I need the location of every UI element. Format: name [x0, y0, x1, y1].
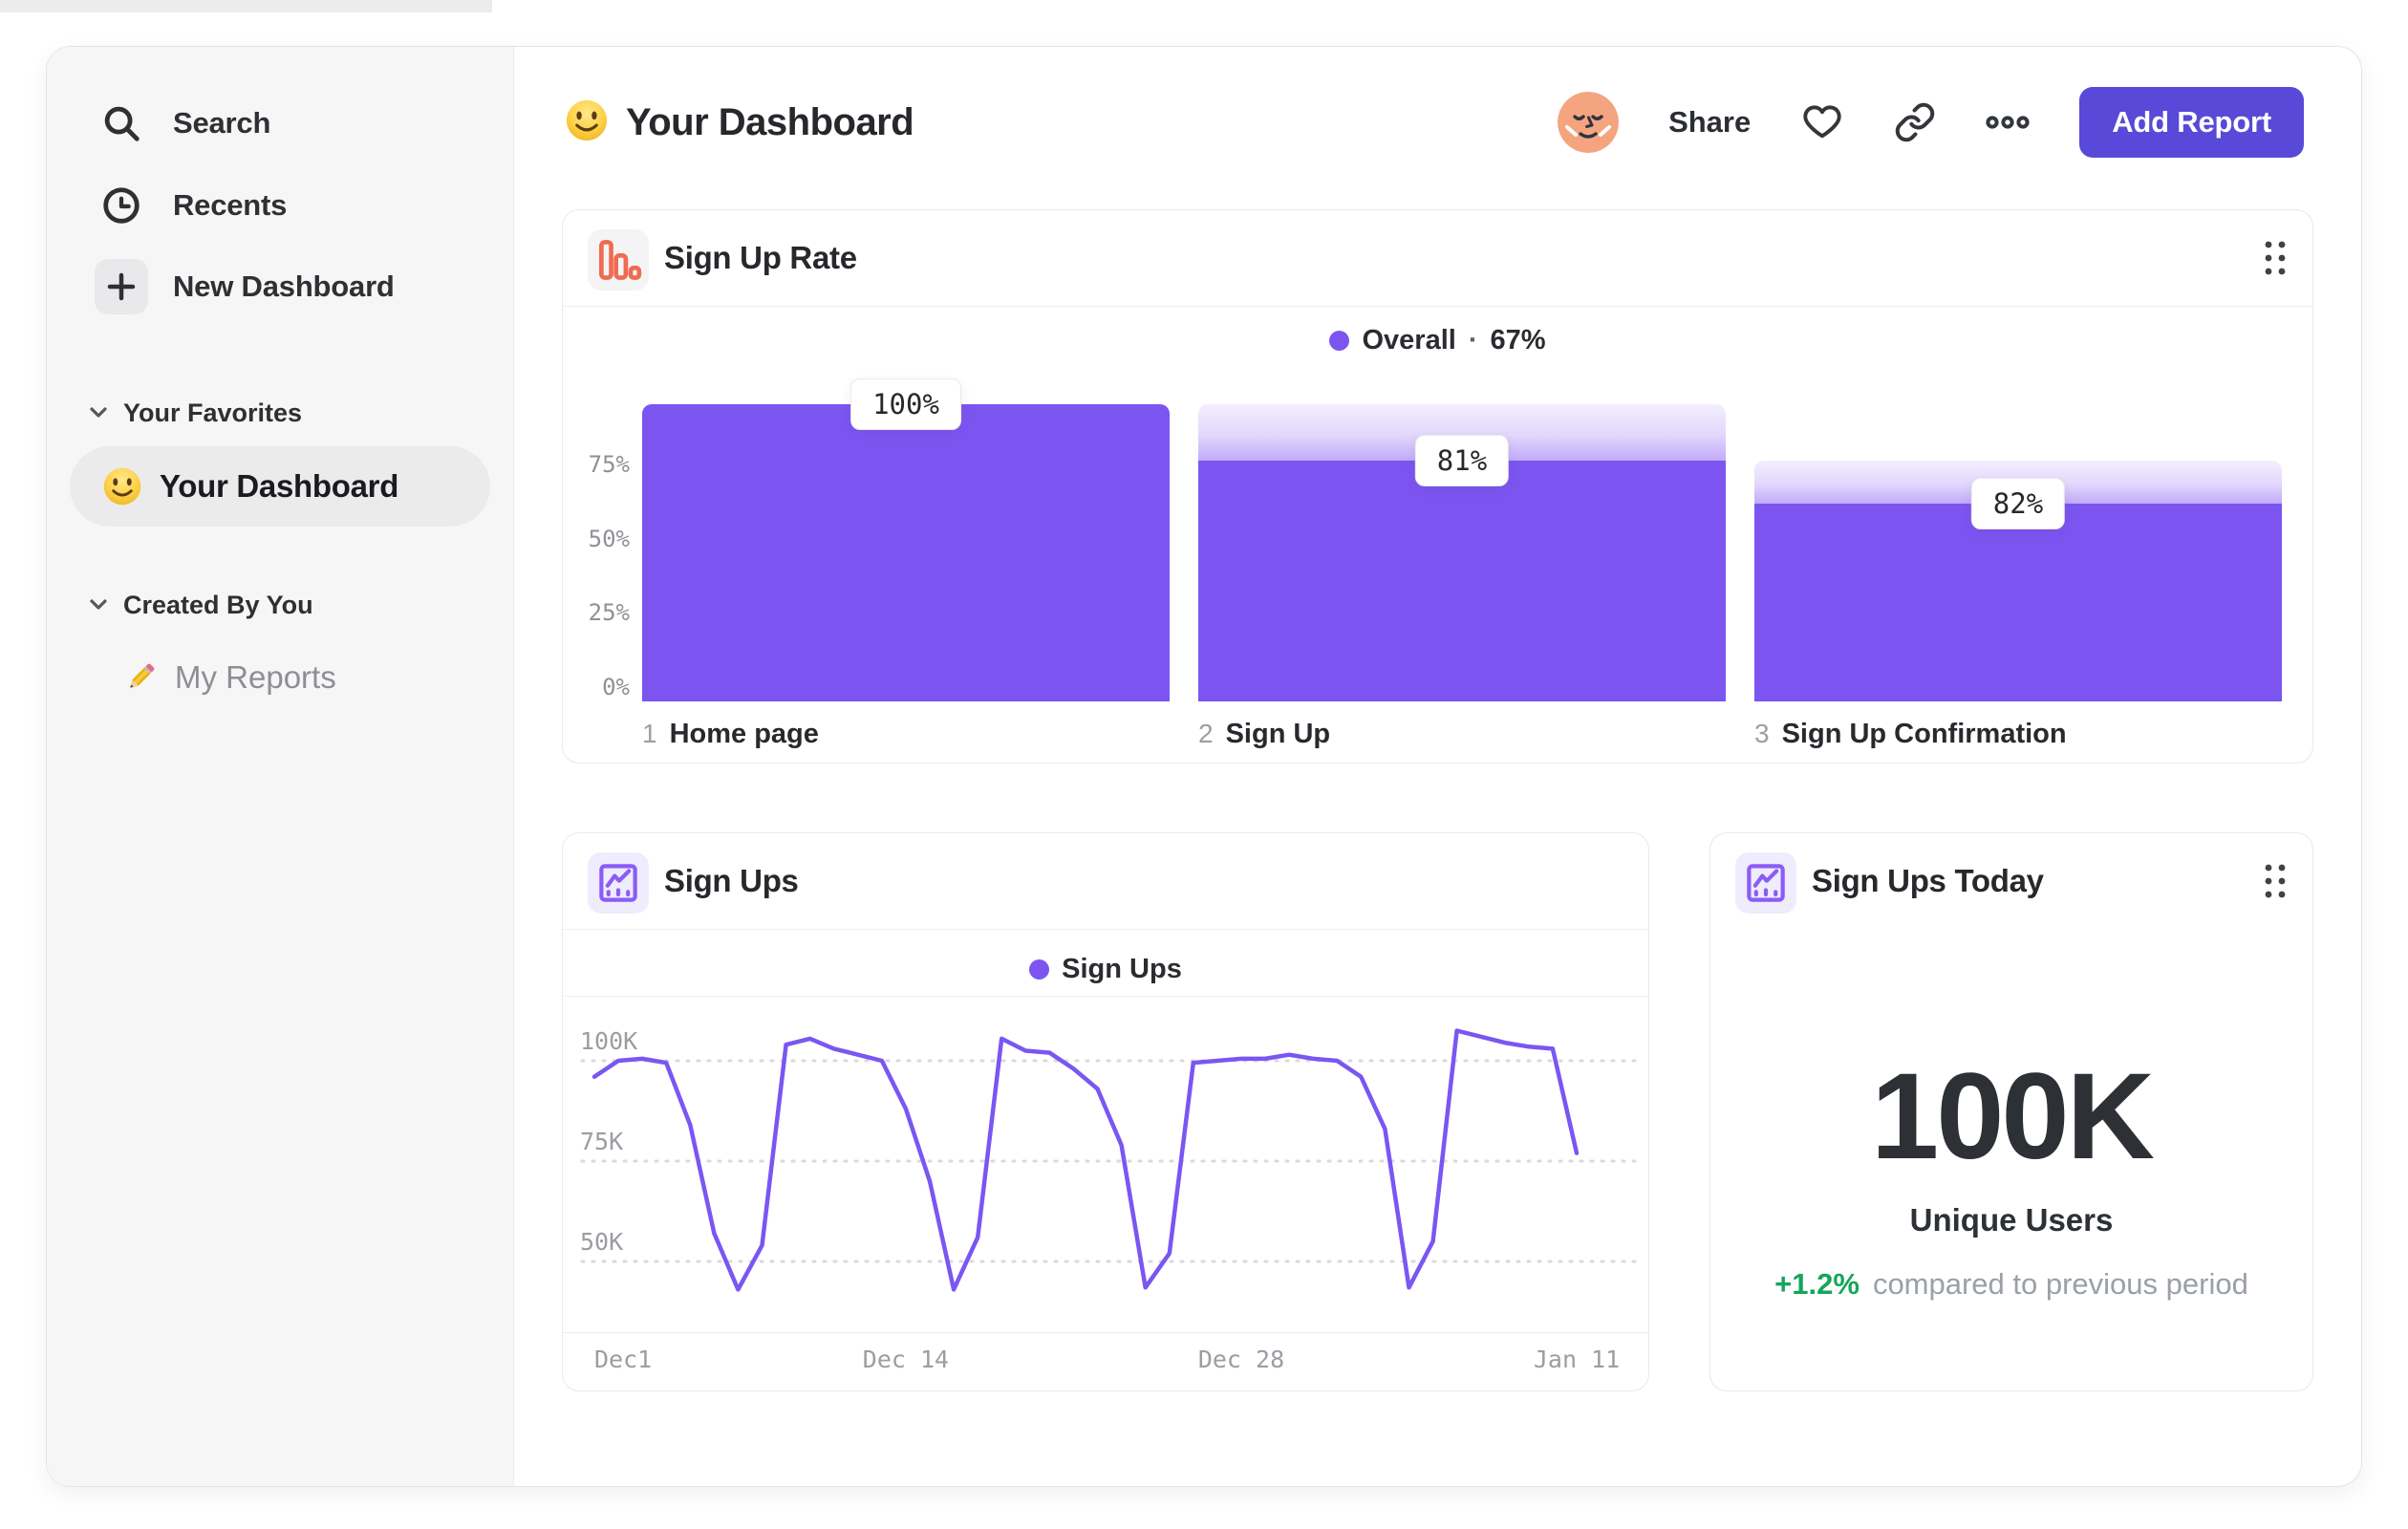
funnel-value-label: 100% — [850, 378, 961, 430]
delta-percent: +1.2% — [1774, 1267, 1860, 1301]
funnel-value-label: 82% — [1970, 478, 2066, 530]
favorite-heart-icon[interactable] — [1800, 102, 1844, 142]
sign-ups-today-card: Sign Ups Today 100K Unique Users +1.2% c… — [1709, 832, 2313, 1391]
legend-dot — [1329, 330, 1350, 351]
card-header: Sign Ups Today — [1710, 833, 2312, 929]
copy-link-icon[interactable] — [1894, 101, 1936, 143]
app-window: Search Recents New Dashboard Your Favori… — [46, 46, 2362, 1487]
line-chart-svg[interactable] — [563, 997, 1647, 1334]
legend-series-label: Overall — [1362, 324, 1456, 355]
step-name: Sign Up — [1225, 719, 1331, 749]
funnel-value-label: 81% — [1414, 435, 1510, 487]
more-options-icon[interactable] — [1986, 110, 2030, 135]
funnel-y-tick: 75% — [588, 450, 630, 478]
line-plot-area — [563, 996, 1648, 1333]
sidebar: Search Recents New Dashboard Your Favori… — [47, 47, 514, 1486]
smiley-emoji — [565, 98, 609, 147]
card-title: Sign Ups Today — [1812, 863, 2044, 898]
avatar[interactable] — [1558, 92, 1620, 153]
sign-ups-card: Sign Ups Sign Ups 100K 75K 50K Dec1 Dec 14 D… — [562, 832, 1649, 1391]
chevron-down-icon — [89, 406, 108, 420]
line-legend: Sign Ups — [563, 950, 1648, 988]
metric-delta-row: +1.2% compared to previous period — [1710, 1265, 2312, 1303]
card-title: Sign Up Rate — [664, 240, 857, 275]
card-header: Sign Ups — [563, 833, 1648, 929]
funnel-step-label: 2 Sign Up — [1198, 719, 1330, 750]
chevron-down-icon — [89, 598, 108, 612]
browser-chrome-remnant — [0, 0, 492, 12]
funnel-y-tick: 0% — [602, 674, 630, 700]
funnel-step-label: 3 Sign Up Confirmation — [1754, 719, 2067, 750]
page-title-row: Your Dashboard — [565, 85, 914, 160]
sidebar-section-your-favorites[interactable]: Your Favorites — [47, 386, 513, 440]
step-number: 1 — [642, 719, 657, 748]
sidebar-item-search[interactable]: Search — [47, 93, 513, 154]
clock-icon — [95, 183, 148, 227]
divider — [563, 929, 1648, 930]
drag-handle-icon[interactable] — [2265, 864, 2286, 903]
line-x-tick: Jan 11 — [1533, 1346, 1621, 1373]
metric-label: Unique Users — [1909, 1202, 2114, 1238]
legend-overall-value: 67% — [1490, 324, 1546, 355]
line-x-tick: Dec 14 — [862, 1346, 950, 1373]
funnel-chart: 75% 50% 25% 0% 100% 1 Home page 81% 2 Sign Up 82% 3… — [563, 363, 2312, 764]
search-icon — [95, 101, 148, 145]
step-number: 2 — [1198, 719, 1214, 748]
sidebar-item-new-dashboard[interactable]: New Dashboard — [47, 256, 513, 317]
sign-up-rate-card: Sign Up Rate Overall · 67% 75% 50% 25% 0% 10… — [562, 209, 2313, 764]
legend-separator: · — [1468, 324, 1478, 355]
section-title: Created By You — [123, 590, 313, 619]
line-y-tick: 75K — [580, 1128, 624, 1155]
legend-series-label: Sign Ups — [1062, 953, 1182, 984]
sidebar-section-created-by-you[interactable]: Created By You — [47, 578, 513, 632]
sidebar-item-label: Your Dashboard — [160, 468, 399, 504]
line-chart-icon — [588, 852, 649, 914]
step-name: Home page — [669, 719, 819, 749]
line-y-tick: 50K — [580, 1228, 624, 1256]
plus-icon — [95, 259, 148, 314]
line-x-tick: Dec1 — [594, 1346, 653, 1373]
funnel-bar[interactable] — [642, 404, 1170, 701]
page-title: Your Dashboard — [626, 100, 914, 143]
card-header: Sign Up Rate — [563, 210, 2312, 306]
step-name: Sign Up Confirmation — [1781, 719, 2067, 749]
smiley-emoji — [102, 466, 142, 506]
card-title: Sign Ups — [664, 863, 799, 898]
section-title: Your Favorites — [123, 398, 303, 427]
add-report-button[interactable]: Add Report — [2079, 87, 2304, 158]
funnel-y-tick: 25% — [588, 599, 630, 627]
funnel-y-tick: 50% — [588, 525, 630, 552]
sidebar-item-my-reports[interactable]: My Reports — [47, 647, 513, 708]
delta-caption: compared to previous period — [1872, 1267, 2248, 1301]
line-chart-icon — [1735, 852, 1796, 914]
sidebar-item-your-dashboard[interactable]: Your Dashboard — [70, 446, 490, 527]
sidebar-item-label: My Reports — [175, 659, 336, 695]
funnel-chart-icon — [588, 229, 649, 291]
line-x-tick: Dec 28 — [1197, 1346, 1285, 1373]
step-number: 3 — [1754, 719, 1770, 748]
header-actions: Share Add Report — [1558, 85, 2304, 160]
sidebar-item-recents[interactable]: Recents — [47, 175, 513, 236]
drag-handle-icon[interactable] — [2265, 241, 2286, 280]
divider — [563, 306, 2312, 307]
sidebar-item-label: New Dashboard — [173, 269, 395, 303]
sidebar-item-label: Recents — [173, 188, 288, 222]
metric-value: 100K — [1871, 1048, 2155, 1185]
share-button[interactable]: Share — [1668, 105, 1751, 140]
pencil-emoji — [121, 658, 160, 697]
line-y-tick: 100K — [580, 1027, 638, 1055]
legend-dot — [1029, 958, 1050, 980]
funnel-step-label: 1 Home page — [642, 719, 819, 750]
funnel-legend: Overall · 67% — [563, 323, 2312, 357]
sidebar-item-label: Search — [173, 106, 271, 140]
